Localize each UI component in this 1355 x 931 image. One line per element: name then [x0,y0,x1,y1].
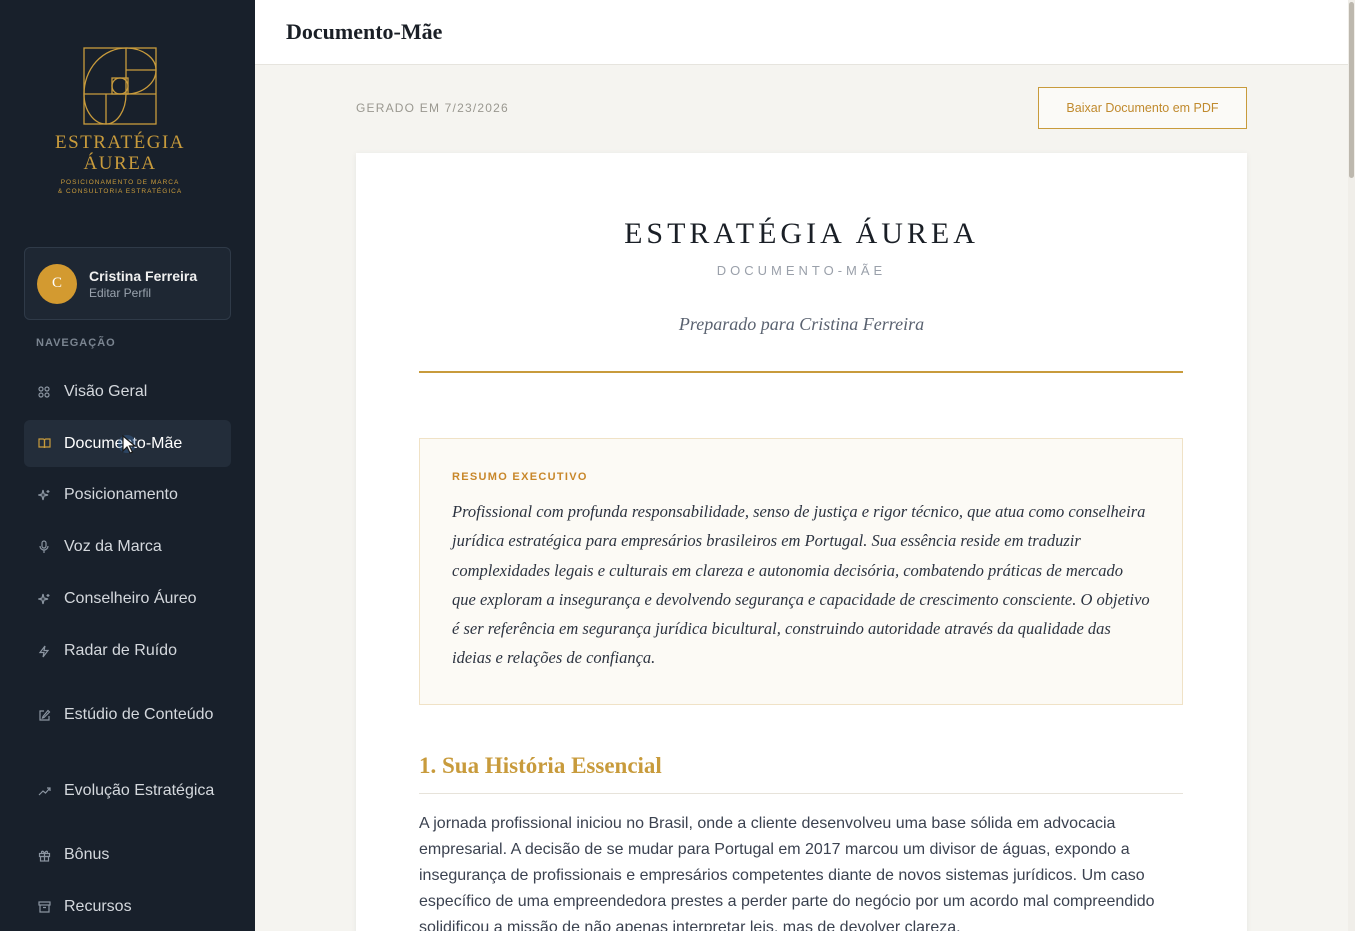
archive-icon [36,899,52,915]
gift-icon [36,847,52,863]
document-card: ESTRATÉGIA ÁUREA DOCUMENTO-MÃE Preparado… [356,153,1247,931]
sparkle-icon [36,487,52,503]
page-scrollbar[interactable] [1348,0,1355,931]
book-icon [36,436,52,452]
trend-icon [36,783,52,799]
profile-name: Cristina Ferreira [89,267,198,284]
brand-name-line1: ESTRATÉGIA [54,132,186,153]
edit-profile-link[interactable]: Editar Perfil [89,285,197,301]
top-header: Documento-Mãe [255,0,1348,65]
brand-tagline-line1: POSICIONAMENTO DE MARCA [60,179,180,186]
golden-spiral-logo-icon [83,47,157,125]
gold-divider [419,371,1183,373]
sidebar-item-label: Bônus [64,846,110,863]
mouse-cursor-icon [118,434,137,454]
grid-icon [36,384,52,400]
page-title: Documento-Mãe [286,19,443,44]
sidebar-item-label: Recursos [64,898,132,915]
sparkle-icon [36,591,52,607]
executive-summary: RESUMO EXECUTIVO Profissional com profun… [419,438,1183,705]
sidebar-item-conselheiro-aureo[interactable]: Conselheiro Áureo [24,575,231,623]
microphone-icon [36,539,52,555]
brand-logo[interactable]: ESTRATÉGIA ÁUREA POSICIONAMENTO DE MARCA… [0,46,240,196]
brand-tagline-line2: & CONSULTORIA ESTRATÉGICA [57,188,183,195]
sidebar-item-label: Conselheiro Áureo [64,590,197,607]
sidebar-item-label: Evolução Estratégica [64,782,215,799]
profile-card[interactable]: C Cristina Ferreira Editar Perfil [24,247,231,320]
sidebar-item-label: Estúdio de Conteúdo [64,706,214,723]
download-pdf-button[interactable]: Baixar Documento em PDF [1038,87,1247,129]
brand-name-line2: ÁUREA [83,153,157,174]
section-divider [419,793,1183,794]
summary-label: RESUMO EXECUTIVO [452,471,588,483]
document-title: ESTRATÉGIA ÁUREA [624,217,979,250]
sidebar-item-posicionamento[interactable]: Posicionamento [24,471,231,519]
generated-date: GERADO EM 7/23/2026 [356,101,509,115]
sidebar-item-bonus[interactable]: Bônus [24,831,231,879]
avatar: C [37,263,77,304]
sidebar-item-evolucao-estrategica[interactable]: Evolução Estratégica [24,755,231,827]
sidebar-item-label: Posicionamento [64,486,178,503]
nav-heading: NAVEGAÇÃO [36,337,116,349]
sidebar-item-recursos[interactable]: Recursos [24,883,231,931]
sidebar-item-voz-da-marca[interactable]: Voz da Marca [24,523,231,571]
sidebar-item-radar-de-ruido[interactable]: Radar de Ruído [24,627,231,675]
sidebar-item-estudio-de-conteudo[interactable]: Estúdio de Conteúdo [24,679,231,751]
sidebar-item-label: Voz da Marca [64,538,162,555]
edit-icon [36,707,52,723]
sidebar-item-label: Radar de Ruído [64,642,177,659]
section-title: 1. Sua História Essencial [419,753,662,778]
document-subtitle: DOCUMENTO-MÃE [716,263,887,278]
sidebar-item-label: Visão Geral [64,383,148,400]
lightning-icon [36,643,52,659]
prepared-for: Preparado para Cristina Ferreira [678,314,925,334]
summary-text: Profissional com profunda responsabilida… [452,502,1150,668]
sidebar: ESTRATÉGIA ÁUREA POSICIONAMENTO DE MARCA… [0,0,255,931]
sidebar-item-visao-geral[interactable]: Visão Geral [24,368,231,416]
section-body: A jornada profissional iniciou no Brasil… [419,815,1155,931]
scrollbar-thumb[interactable] [1349,2,1354,178]
